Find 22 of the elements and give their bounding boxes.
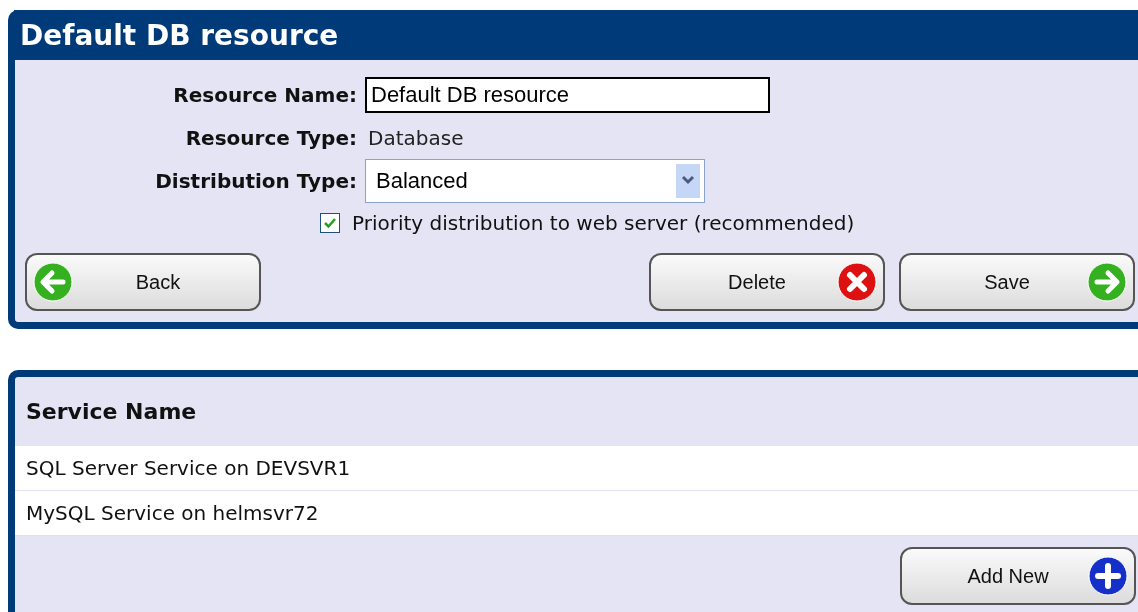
resource-name-input[interactable]: Default DB resource xyxy=(365,76,770,113)
add-button[interactable]: Add New xyxy=(900,547,1136,605)
field-label: Resource Name: xyxy=(172,82,358,107)
table-cell: MySQL Service on helmsvr72 xyxy=(26,501,319,525)
checkmark-icon xyxy=(323,216,337,230)
panel-title: Default DB resource xyxy=(20,18,339,52)
caret-icon xyxy=(676,163,700,198)
save-button[interactable]: Save xyxy=(899,253,1135,311)
field-value: Database xyxy=(367,125,464,150)
table-cell: SQL Server Service on DEVSVR1 xyxy=(26,456,351,480)
close-icon xyxy=(837,262,877,302)
distribution-type-dropdown[interactable]: Balanced xyxy=(365,158,705,203)
priority-checkbox[interactable] xyxy=(320,213,340,233)
table-row[interactable]: SQL Server Service on DEVSVR1 xyxy=(15,446,1138,491)
checkbox-label: Priority distribution to web server (recommended) xyxy=(352,211,855,235)
field-label: Resource Type: xyxy=(184,125,358,150)
delete-button[interactable]: Delete xyxy=(649,253,885,311)
column-header: Service Name xyxy=(26,399,197,424)
plus-icon xyxy=(1088,556,1128,596)
back-button[interactable]: Back xyxy=(25,253,261,311)
table-row[interactable]: MySQL Service on helmsvr72 xyxy=(15,491,1138,536)
field-label: Distribution Type: xyxy=(154,168,358,193)
